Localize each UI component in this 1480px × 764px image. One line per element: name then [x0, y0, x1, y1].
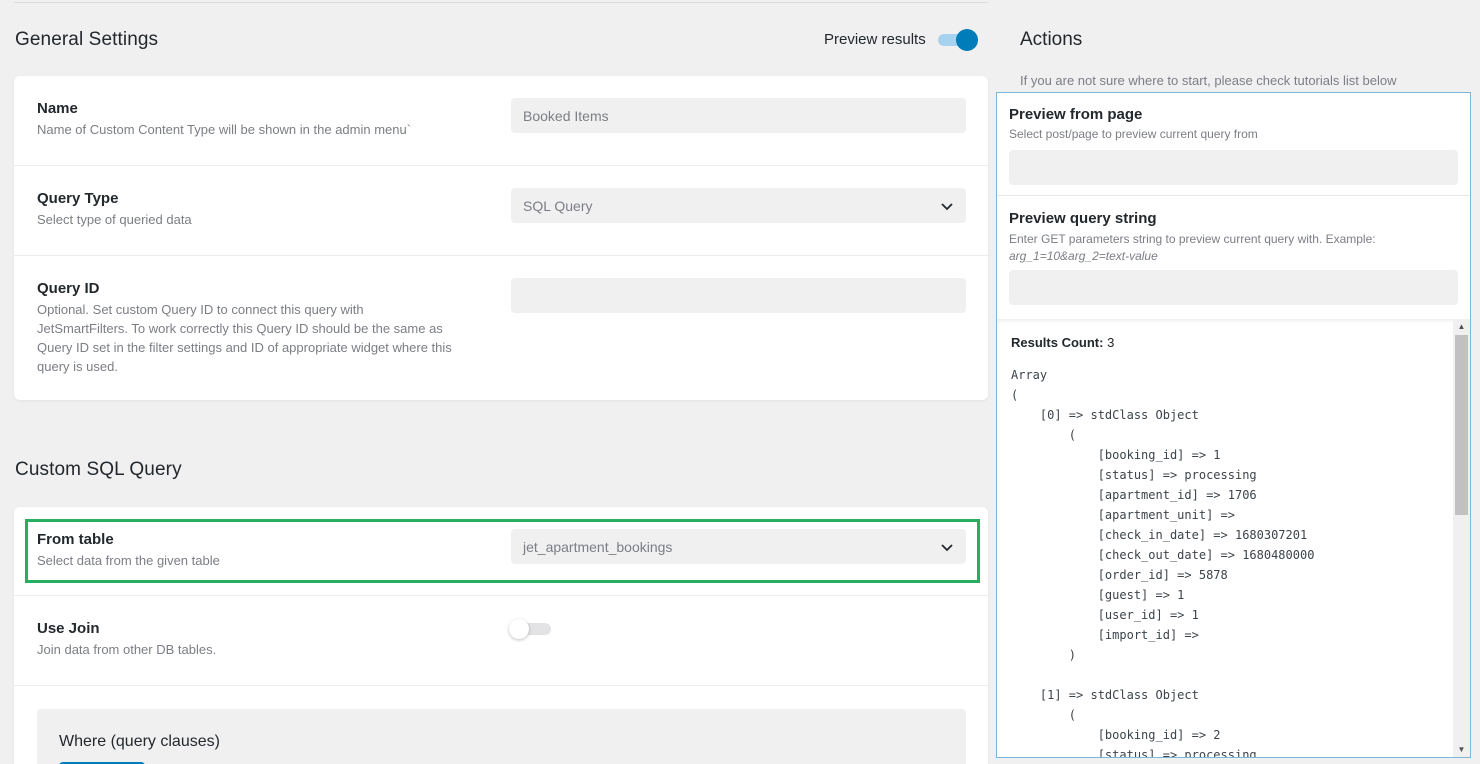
- code-line: ): [1011, 648, 1077, 662]
- preview-query-label: Preview query string: [1009, 210, 1157, 227]
- scroll-down-arrow-icon[interactable]: ▼: [1457, 745, 1466, 754]
- where-clauses-panel: Where (query clauses): [37, 709, 966, 764]
- query-id-desc-line: query is used.: [37, 359, 118, 374]
- query-type-value: SQL Query: [523, 197, 593, 214]
- query-type-row: Query Type Select type of queried data S…: [14, 166, 988, 256]
- name-description: Name of Custom Content Type will be show…: [37, 122, 412, 137]
- top-divider: [14, 2, 988, 3]
- code-line: [apartment_unit] =>: [1011, 508, 1235, 522]
- query-id-desc-line: Optional. Set custom Query ID to connect…: [37, 302, 364, 317]
- preview-panel: Preview from page Select post/page to pr…: [996, 92, 1471, 758]
- query-type-select[interactable]: SQL Query: [511, 188, 966, 223]
- query-id-desc-line: JetSmartFilters. To work correctly this …: [37, 321, 443, 336]
- results-count: Results Count: 3: [1011, 335, 1114, 350]
- code-line: [0] => stdClass Object: [1011, 408, 1199, 422]
- preview-page-description: Select post/page to preview current quer…: [1009, 127, 1258, 141]
- code-line: [guest] => 1: [1011, 588, 1185, 602]
- code-line: [booking_id] => 1: [1011, 448, 1221, 462]
- custom-sql-card: From table Select data from the given ta…: [14, 507, 988, 764]
- code-line: [booking_id] => 2: [1011, 728, 1221, 742]
- preview-results-label: Preview results: [824, 30, 926, 48]
- preview-page-input[interactable]: [1009, 150, 1458, 185]
- from-table-select[interactable]: jet_apartment_bookings: [511, 529, 966, 564]
- custom-sql-title: Custom SQL Query: [15, 459, 182, 480]
- code-line: [status] => processing: [1011, 468, 1257, 482]
- code-line: (: [1011, 428, 1077, 442]
- scroll-up-arrow-icon[interactable]: ▲: [1457, 322, 1466, 331]
- code-line: (: [1011, 708, 1077, 722]
- general-settings-card: Name Name of Custom Content Type will be…: [14, 76, 988, 400]
- scrollbar-thumb[interactable]: [1455, 335, 1468, 515]
- results-count-value: 3: [1107, 335, 1115, 350]
- preview-query-desc-text: Enter GET parameters string to preview c…: [1009, 232, 1376, 246]
- from-table-description: Select data from the given table: [37, 553, 220, 568]
- chevron-down-icon: [941, 543, 953, 551]
- query-type-description: Select type of queried data: [37, 212, 192, 227]
- query-id-desc-line: Query ID set in the filter settings and …: [37, 340, 452, 355]
- query-id-description: Optional. Set custom Query ID to connect…: [37, 300, 452, 376]
- preview-query-input[interactable]: [1009, 270, 1458, 305]
- from-table-row: From table Select data from the given ta…: [14, 507, 988, 596]
- code-line: [check_in_date] => 1680307201: [1011, 528, 1308, 542]
- query-id-input[interactable]: [511, 278, 966, 313]
- code-line: [apartment_id] => 1706: [1011, 488, 1257, 502]
- where-clauses-title: Where (query clauses): [59, 733, 220, 750]
- general-settings-title: General Settings: [15, 29, 159, 50]
- code-line: [order_id] => 5878: [1011, 568, 1228, 582]
- actions-hint: If you are not sure where to start, plea…: [1020, 73, 1397, 88]
- results-output: Array ( [0] => stdClass Object ( [booking…: [1011, 365, 1315, 758]
- preview-query-example: arg_1=10&arg_2=text-value: [1009, 249, 1158, 263]
- code-line: [import_id] =>: [1011, 628, 1199, 642]
- code-line: (: [1011, 388, 1019, 402]
- actions-title: Actions: [1020, 29, 1083, 50]
- preview-query-description: Enter GET parameters string to preview c…: [1009, 231, 1376, 265]
- chevron-down-icon: [941, 202, 953, 210]
- name-label: Name: [37, 100, 78, 117]
- preview-query-section: Preview query string Enter GET parameter…: [997, 196, 1470, 319]
- code-line: [user_id] => 1: [1011, 608, 1199, 622]
- preview-page-section: Preview from page Select post/page to pr…: [997, 93, 1470, 196]
- query-type-label: Query Type: [37, 190, 119, 207]
- code-line: [status] => processing: [1011, 748, 1257, 758]
- preview-results-control: Preview results: [824, 28, 978, 51]
- preview-page-label: Preview from page: [1009, 106, 1143, 123]
- query-id-row: Query ID Optional. Set custom Query ID t…: [14, 256, 988, 400]
- results-count-label: Results Count:: [1011, 335, 1104, 350]
- query-id-label: Query ID: [37, 280, 100, 297]
- from-table-value: jet_apartment_bookings: [523, 538, 673, 555]
- name-input-value: Booked Items: [523, 107, 609, 124]
- preview-results-toggle[interactable]: [937, 28, 978, 51]
- code-line: [1] => stdClass Object: [1011, 688, 1199, 702]
- name-row: Name Name of Custom Content Type will be…: [14, 76, 988, 166]
- toggle-knob: [509, 619, 529, 639]
- use-join-label: Use Join: [37, 620, 100, 637]
- use-join-toggle[interactable]: [509, 619, 551, 639]
- from-table-label: From table: [37, 531, 114, 548]
- code-line: [check_out_date] => 1680480000: [1011, 548, 1315, 562]
- results-scrollbar[interactable]: ▲ ▼: [1453, 319, 1470, 757]
- results-panel: Results Count: 3 Array ( [0] => stdClass …: [997, 319, 1470, 757]
- code-line: Array: [1011, 368, 1048, 382]
- name-input[interactable]: Booked Items: [511, 98, 966, 133]
- use-join-description: Join data from other DB tables.: [37, 642, 217, 657]
- toggle-knob: [955, 29, 978, 51]
- where-row: Where (query clauses): [14, 686, 988, 764]
- use-join-row: Use Join Join data from other DB tables.: [14, 596, 988, 686]
